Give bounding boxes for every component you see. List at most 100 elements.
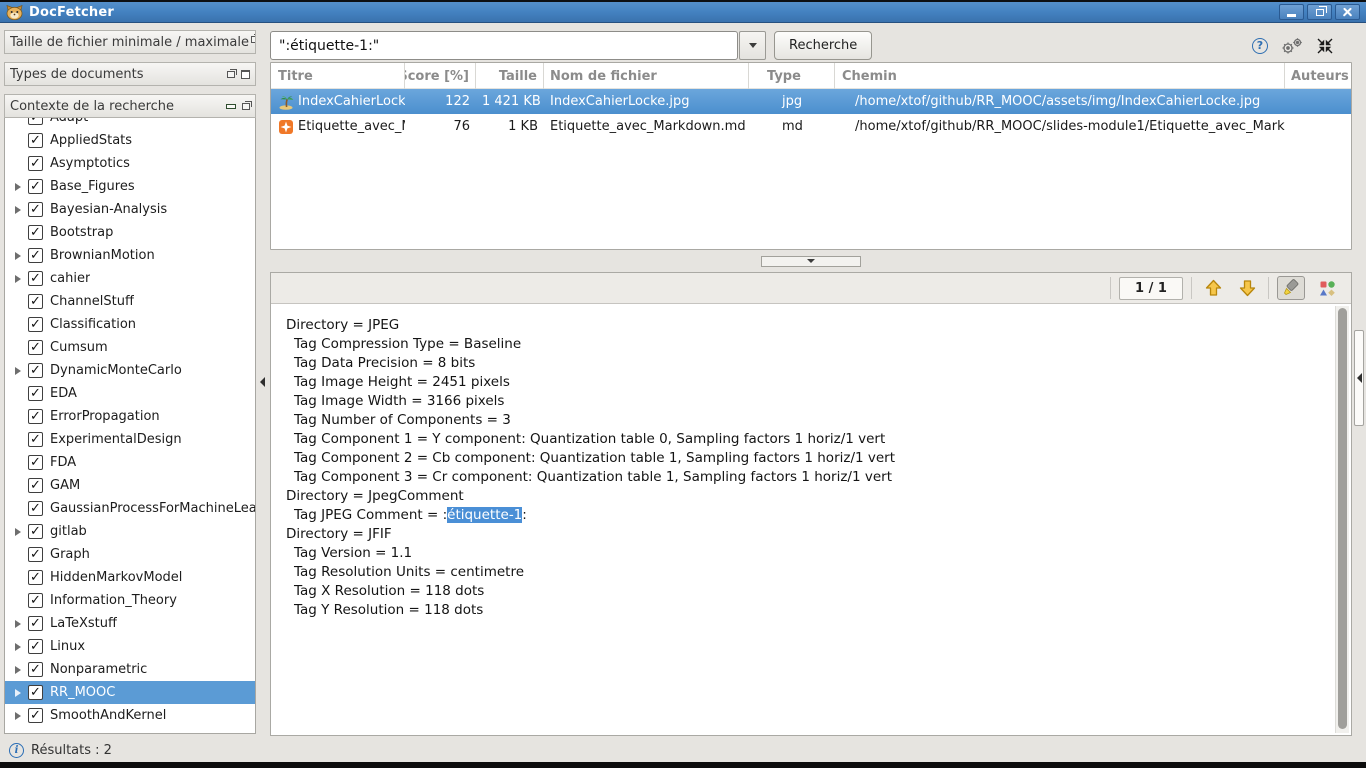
restore-button[interactable]: [1307, 4, 1332, 20]
expand-arrow-icon[interactable]: [11, 643, 25, 651]
checkbox[interactable]: ✓: [28, 179, 43, 194]
checkbox[interactable]: ✓: [28, 317, 43, 332]
highlight-toggle-button[interactable]: [1277, 276, 1305, 300]
checkbox[interactable]: ✓: [28, 386, 43, 401]
tree-item[interactable]: ✓Base_Figures: [5, 175, 255, 198]
titlebar[interactable]: DocFetcher: [0, 2, 1366, 23]
collapse-right-handle[interactable]: [1354, 330, 1364, 426]
tree-item[interactable]: ✓cahier: [5, 267, 255, 290]
checkbox[interactable]: ✓: [28, 662, 43, 677]
tree-item[interactable]: ✓Classification: [5, 313, 255, 336]
tree-item[interactable]: ✓HiddenMarkovModel: [5, 566, 255, 589]
panel-header-filesize[interactable]: Taille de fichier minimale / maximale: [4, 30, 256, 54]
checkbox[interactable]: ✓: [28, 248, 43, 263]
checkbox[interactable]: ✓: [28, 363, 43, 378]
expand-arrow-icon[interactable]: [11, 252, 25, 260]
expand-arrow-icon[interactable]: [11, 666, 25, 674]
checkbox[interactable]: ✓: [28, 639, 43, 654]
metadata-toggle-button[interactable]: [1313, 276, 1341, 300]
tree-item[interactable]: ✓SmoothAndKernel: [5, 704, 255, 727]
expand-arrow-icon[interactable]: [11, 275, 25, 283]
close-button[interactable]: [1335, 4, 1360, 20]
minimize-panel-icon[interactable]: [226, 104, 236, 109]
expand-arrow-icon[interactable]: [11, 183, 25, 191]
tree-item[interactable]: ✓RR_MOOC: [5, 681, 255, 704]
column-header[interactable]: Score [%]: [405, 63, 476, 89]
tree-item[interactable]: ✓EDA: [5, 382, 255, 405]
minimize-to-tray-icon[interactable]: [1316, 37, 1334, 55]
result-row[interactable]: Etiquette_avec_Markdown761 KBEtiquette_a…: [271, 114, 1351, 139]
checkbox[interactable]: ✓: [28, 478, 43, 493]
tree-item[interactable]: ✓ErrorPropagation: [5, 405, 255, 428]
maximize-panel-icon[interactable]: [241, 70, 250, 79]
result-row[interactable]: IndexCahierLocke1221 421 KBIndexCahierLo…: [271, 89, 1351, 114]
expand-arrow-icon[interactable]: [11, 689, 25, 697]
expand-arrow-icon[interactable]: [11, 528, 25, 536]
search-button[interactable]: Recherche: [774, 31, 872, 60]
restore-panel-icon[interactable]: [227, 71, 235, 78]
panel-header-doctypes[interactable]: Types de documents: [4, 62, 256, 86]
checkbox[interactable]: ✓: [28, 570, 43, 585]
tree-item[interactable]: ✓DynamicMonteCarlo: [5, 359, 255, 382]
expand-arrow-icon[interactable]: [11, 367, 25, 375]
tree-item[interactable]: ✓Bootstrap: [5, 221, 255, 244]
checkbox[interactable]: ✓: [28, 685, 43, 700]
checkbox[interactable]: ✓: [28, 225, 43, 240]
tree-item[interactable]: ✓Linux: [5, 635, 255, 658]
tree-item[interactable]: ✓GAM: [5, 474, 255, 497]
checkbox[interactable]: ✓: [28, 708, 43, 723]
column-header[interactable]: Nom de fichier: [544, 63, 749, 89]
column-header[interactable]: Titre: [271, 63, 405, 89]
checkbox[interactable]: ✓: [28, 524, 43, 539]
tree-item[interactable]: ✓ChannelStuff: [5, 290, 255, 313]
checkbox[interactable]: ✓: [28, 409, 43, 424]
tree-item[interactable]: ✓BrownianMotion: [5, 244, 255, 267]
scrollbar-thumb[interactable]: [1338, 308, 1347, 729]
preview-scrollbar[interactable]: [1335, 306, 1349, 733]
tree-item[interactable]: ✓Graph: [5, 543, 255, 566]
tree-item[interactable]: ✓AppliedStats: [5, 129, 255, 152]
checkbox[interactable]: ✓: [28, 455, 43, 470]
tree-item[interactable]: ✓Information_Theory: [5, 589, 255, 612]
checkbox[interactable]: ✓: [28, 616, 43, 631]
checkbox[interactable]: ✓: [28, 202, 43, 217]
tree-item[interactable]: ✓FDA: [5, 451, 255, 474]
next-match-button[interactable]: [1234, 276, 1260, 300]
sidebar-sash[interactable]: [256, 27, 270, 738]
tree-item[interactable]: ✓GaussianProcessForMachineLea: [5, 497, 255, 520]
column-header[interactable]: Type: [749, 63, 835, 89]
checkbox[interactable]: ✓: [28, 432, 43, 447]
checkbox[interactable]: ✓: [28, 271, 43, 286]
help-icon[interactable]: ?: [1252, 38, 1268, 54]
collapse-down-button[interactable]: [761, 256, 861, 267]
checkbox[interactable]: ✓: [28, 593, 43, 608]
column-header[interactable]: Chemin: [835, 63, 1285, 89]
tree-item[interactable]: ✓LaTeXstuff: [5, 612, 255, 635]
tree-item[interactable]: ✓Asymptotics: [5, 152, 255, 175]
checkbox[interactable]: ✓: [28, 133, 43, 148]
tree-item[interactable]: ✓Nonparametric: [5, 658, 255, 681]
previous-match-button[interactable]: [1200, 276, 1226, 300]
column-header[interactable]: Auteurs: [1285, 63, 1351, 89]
preferences-gears-icon[interactable]: [1279, 37, 1305, 55]
tree-item[interactable]: ✓ExperimentalDesign: [5, 428, 255, 451]
checkbox[interactable]: ✓: [28, 156, 43, 171]
tree-item[interactable]: ✓Bayesian-Analysis: [5, 198, 255, 221]
panel-header-scope[interactable]: Contexte de la recherche: [4, 94, 256, 118]
checkbox[interactable]: ✓: [28, 340, 43, 355]
checkbox[interactable]: ✓: [28, 294, 43, 309]
expand-arrow-icon[interactable]: [11, 712, 25, 720]
checkbox[interactable]: ✓: [28, 547, 43, 562]
minimize-button[interactable]: [1279, 4, 1304, 20]
preview-sash[interactable]: [270, 250, 1352, 272]
search-history-dropdown[interactable]: [739, 31, 766, 60]
tree-item[interactable]: ✓Cumsum: [5, 336, 255, 359]
tree-item[interactable]: ✓gitlab: [5, 520, 255, 543]
search-input[interactable]: [270, 31, 738, 60]
checkbox[interactable]: ✓: [28, 501, 43, 516]
column-header[interactable]: Taille: [476, 63, 544, 89]
restore-panel-icon[interactable]: [242, 103, 250, 110]
expand-arrow-icon[interactable]: [11, 206, 25, 214]
expand-arrow-icon[interactable]: [11, 620, 25, 628]
collapse-left-icon[interactable]: [260, 377, 265, 387]
